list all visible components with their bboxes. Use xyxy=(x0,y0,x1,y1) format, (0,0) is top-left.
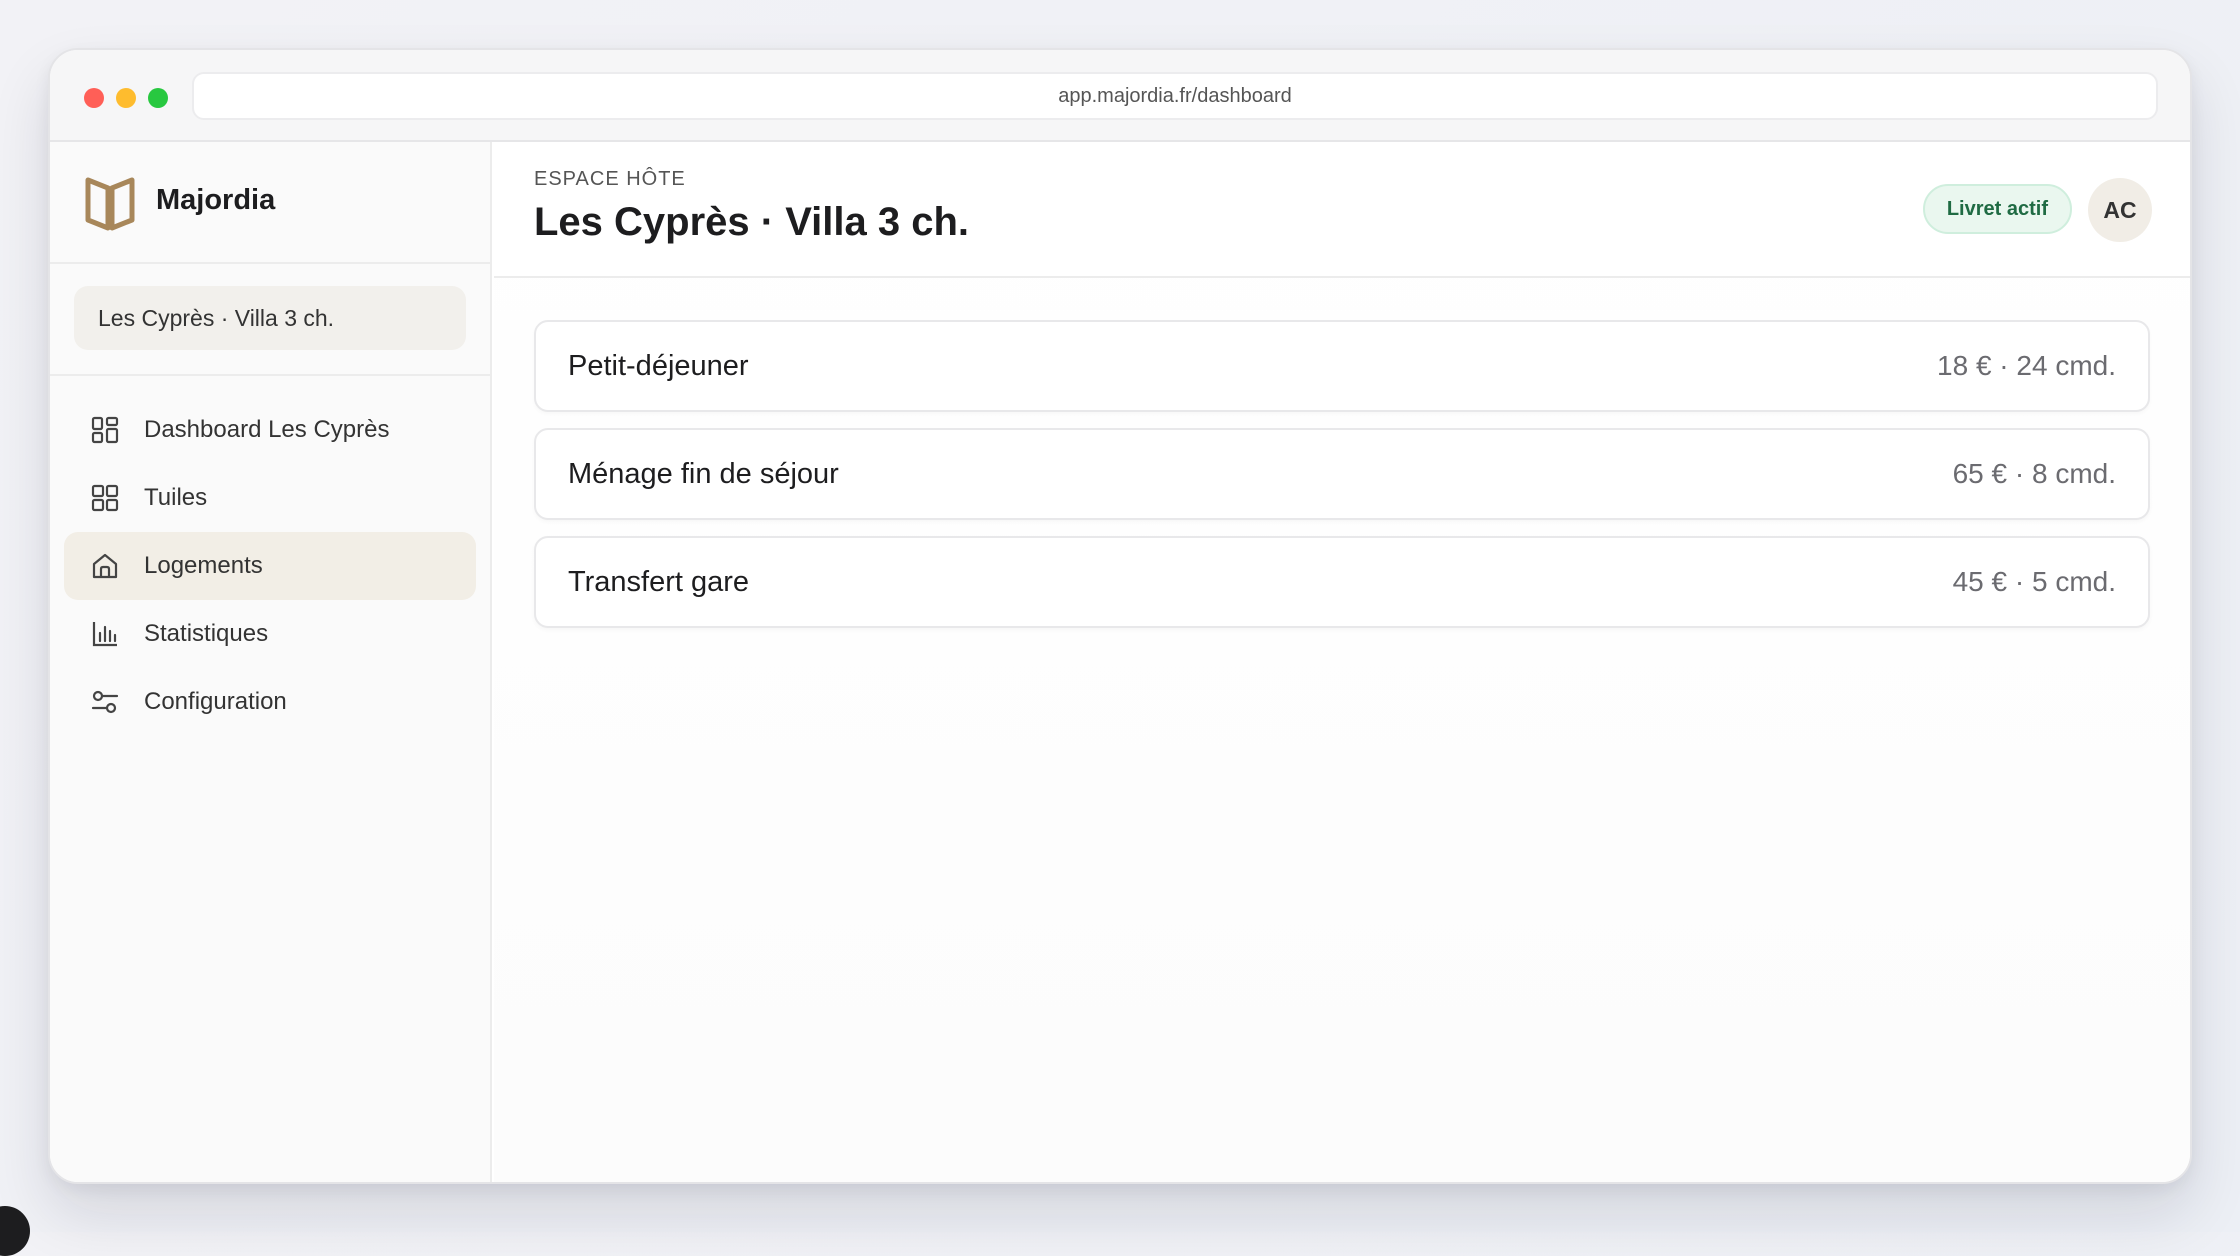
service-meta: 18 € · 24 cmd. xyxy=(1937,350,2116,381)
page-eyebrow: ESPACE HÔTE xyxy=(534,168,686,190)
sidebar-item-dashboard[interactable]: Dashboard Les Cyprès xyxy=(64,396,476,464)
main-content: ESPACE HÔTE Les Cyprès · Villa 3 ch. Liv… xyxy=(494,142,2190,1182)
minimize-window-button[interactable] xyxy=(116,88,136,108)
service-meta: 45 € · 5 cmd. xyxy=(1952,566,2116,597)
service-name: Ménage fin de séjour xyxy=(568,457,839,490)
address-bar[interactable]: app.majordia.fr/dashboard xyxy=(192,72,2158,120)
sidebar-item-configuration[interactable]: Configuration xyxy=(64,668,476,736)
corner-decoration xyxy=(0,1206,30,1256)
sidebar-item-label: Statistiques xyxy=(144,620,269,647)
property-selector-label: Les Cyprès · Villa 3 ch. xyxy=(98,305,335,331)
grid-icon xyxy=(91,416,119,444)
property-selector[interactable]: Les Cyprès · Villa 3 ch. xyxy=(74,286,466,350)
service-card[interactable]: Petit-déjeuner 18 € · 24 cmd. xyxy=(534,320,2150,412)
sidebar-item-label: Logements xyxy=(144,552,263,579)
sidebar: Majordia Les Cyprès · Villa 3 ch. Dashbo… xyxy=(50,142,492,1182)
sidebar-item-statistiques[interactable]: Statistiques xyxy=(64,600,476,668)
brand-header: Majordia xyxy=(50,142,490,264)
page-title: Les Cyprès · Villa 3 ch. xyxy=(534,200,970,244)
sidebar-item-tuiles[interactable]: Tuiles xyxy=(64,464,476,532)
book-logo-icon xyxy=(85,177,135,231)
avatar[interactable]: AC xyxy=(2088,178,2152,242)
sidebar-nav: Dashboard Les Cyprès Tuiles Logements St… xyxy=(64,396,476,736)
sidebar-item-label: Tuiles xyxy=(144,484,208,511)
sliders-icon xyxy=(91,690,119,714)
service-name: Petit-déjeuner xyxy=(568,349,749,382)
house-icon xyxy=(92,553,118,579)
status-badge: Livret actif xyxy=(1922,184,2072,234)
page-header: ESPACE HÔTE Les Cyprès · Villa 3 ch. Liv… xyxy=(494,142,2190,278)
services-list: Petit-déjeuner 18 € · 24 cmd. Ménage fin… xyxy=(534,320,2150,644)
maximize-window-button[interactable] xyxy=(148,88,168,108)
browser-window: app.majordia.fr/dashboard Majordia Les C… xyxy=(48,48,2192,1184)
address-bar-url: app.majordia.fr/dashboard xyxy=(1058,84,1292,107)
service-card[interactable]: Transfert gare 45 € · 5 cmd. xyxy=(534,536,2150,628)
brand-name: Majordia xyxy=(156,184,276,216)
browser-titlebar: app.majordia.fr/dashboard xyxy=(50,50,2190,142)
service-card[interactable]: Ménage fin de séjour 65 € · 8 cmd. xyxy=(534,428,2150,520)
sidebar-item-logements[interactable]: Logements xyxy=(64,532,476,600)
sidebar-item-label: Dashboard Les Cyprès xyxy=(144,416,390,443)
tiles-icon xyxy=(91,484,119,512)
bar-chart-icon xyxy=(92,622,117,647)
sidebar-item-label: Configuration xyxy=(144,688,287,715)
service-meta: 65 € · 8 cmd. xyxy=(1952,458,2116,489)
sidebar-divider xyxy=(50,374,490,376)
close-window-button[interactable] xyxy=(84,88,104,108)
service-name: Transfert gare xyxy=(568,565,750,598)
